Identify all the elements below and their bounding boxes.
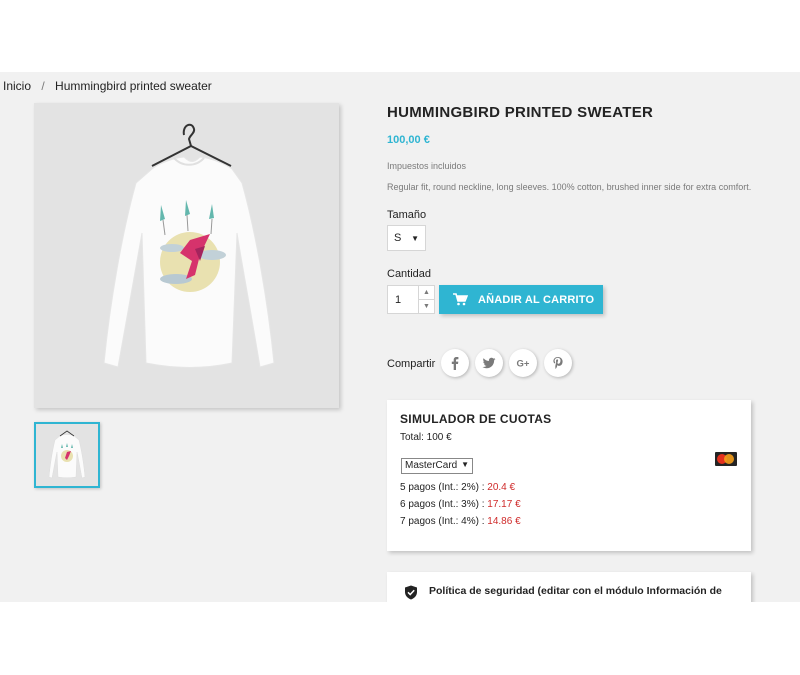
breadcrumb-home-link[interactable]: Inicio [3, 79, 31, 93]
product-title: HUMMINGBIRD PRINTED SWEATER [387, 104, 654, 121]
installment-amount: 17.17 € [487, 499, 521, 510]
installment-amount: 20.4 € [487, 482, 516, 493]
quantity-stepper[interactable]: 1 ▲ ▼ [387, 285, 435, 314]
simulator-title: SIMULADOR DE CUOTAS [400, 412, 552, 426]
product-price: 100,00 € [387, 134, 430, 146]
mastercard-logo-icon [715, 452, 737, 466]
quantity-input[interactable]: 1 [395, 294, 401, 306]
security-policy-block: Política de seguridad (editar con el mód… [387, 572, 751, 602]
quantity-label: Cantidad [387, 268, 432, 280]
product-thumbnail[interactable] [34, 422, 100, 488]
installment-simulator: SIMULADOR DE CUOTAS Total: 100 € MasterC… [387, 400, 751, 551]
tax-note: Impuestos incluidos [387, 161, 467, 171]
size-label: Tamaño [387, 209, 427, 221]
twitter-icon[interactable] [475, 349, 503, 377]
breadcrumb: Inicio / Hummingbird printed sweater [3, 79, 212, 93]
facebook-icon[interactable] [441, 349, 469, 377]
add-to-cart-label: AÑADIR AL CARRITO [478, 293, 595, 306]
shopping-cart-icon [453, 293, 468, 306]
installment-amount: 14.86 € [487, 516, 521, 527]
security-policy-text: Política de seguridad (editar con el mód… [429, 585, 722, 597]
product-page: Inicio / Hummingbird printed sweater HUM… [0, 72, 800, 602]
caret-down-icon: ▼ [461, 460, 469, 469]
sweater-image [103, 123, 275, 368]
breadcrumb-current: Hummingbird printed sweater [55, 79, 212, 93]
installment-label: 5 pagos (Int.: 2%) : [400, 482, 488, 493]
pinterest-icon[interactable] [544, 349, 572, 377]
simulator-total: Total: 100 € [400, 432, 452, 443]
googleplus-icon[interactable]: G+ [509, 349, 537, 377]
product-description: Regular fit, round neckline, long sleeve… [387, 182, 752, 192]
size-select-value: S [394, 232, 402, 244]
card-type-select[interactable]: MasterCard ▼ [401, 458, 473, 474]
quantity-decrease-icon[interactable]: ▼ [418, 300, 434, 314]
installment-row: 7 pagos (Int.: 4%) : 14.86 € [400, 516, 521, 527]
sweater-thumbnail-image [48, 430, 86, 479]
quantity-increase-icon[interactable]: ▲ [418, 286, 434, 300]
shield-check-icon [405, 585, 417, 600]
card-type-value: MasterCard [405, 460, 458, 471]
product-main-image[interactable] [34, 103, 339, 408]
installment-label: 6 pagos (Int.: 3%) : [400, 499, 488, 510]
installment-row: 6 pagos (Int.: 3%) : 17.17 € [400, 499, 521, 510]
installment-label: 7 pagos (Int.: 4%) : [400, 516, 488, 527]
add-to-cart-button[interactable]: AÑADIR AL CARRITO [439, 285, 603, 314]
installment-row: 5 pagos (Int.: 2%) : 20.4 € [400, 482, 515, 493]
share-label: Compartir [387, 358, 436, 370]
size-select[interactable]: S ▼ [387, 225, 426, 251]
caret-down-icon: ▼ [411, 234, 419, 243]
svg-text:G+: G+ [517, 359, 530, 370]
breadcrumb-separator: / [41, 79, 45, 93]
